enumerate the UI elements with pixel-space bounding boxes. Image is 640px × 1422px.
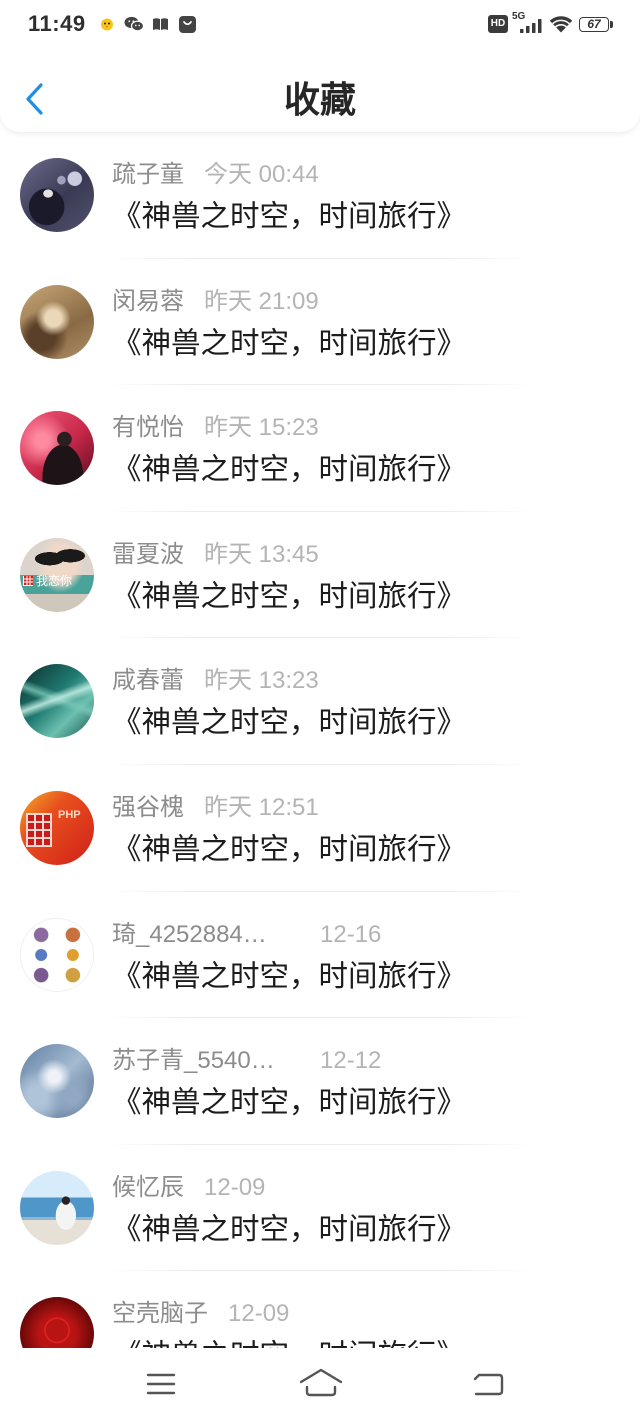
- bottom-navigation: [0, 1348, 640, 1422]
- chevron-left-icon: [26, 83, 43, 115]
- avatar[interactable]: [20, 158, 94, 232]
- user-name: 空壳脑子: [112, 1300, 208, 1328]
- user-name: 候忆辰: [112, 1173, 184, 1201]
- book-icon: [153, 18, 168, 30]
- status-bar: 11:49 HD 5G 67: [0, 0, 640, 48]
- hd-badge: HD: [488, 15, 508, 33]
- menu-icon: [146, 1373, 176, 1395]
- timestamp: 12-09: [228, 1300, 290, 1328]
- item-meta: 琦_4252884… 12-16: [112, 916, 381, 954]
- timestamp: 12-12: [320, 1047, 382, 1075]
- item-meta: 疏子童 今天 00:44: [112, 156, 319, 194]
- signal-bars-icon: [520, 19, 542, 33]
- favorite-title: 《神兽之时空，时间旅行》: [112, 959, 467, 993]
- favorite-item[interactable]: 疏子童 今天 00:44 《神兽之时空，时间旅行》: [0, 132, 640, 259]
- avatar[interactable]: 我恋你: [20, 537, 94, 612]
- timestamp: 昨天 21:09: [204, 287, 319, 315]
- favorite-title: 《神兽之时空，时间旅行》: [112, 200, 467, 233]
- avatar[interactable]: [20, 1044, 94, 1119]
- favorite-title: 《神兽之时空，时间旅行》: [112, 1212, 467, 1246]
- avatar-caption: PHP: [58, 808, 81, 821]
- favorite-title: 《神兽之时空，时间旅行》: [112, 453, 467, 487]
- avatar-grid-decoration: [23, 575, 33, 586]
- wechat-icon: [124, 16, 144, 32]
- favorite-item[interactable]: PHP 强谷槐 昨天 12:51 《神兽之时空，时间旅行》: [0, 765, 640, 892]
- battery-level: 67: [587, 17, 601, 31]
- favorite-item[interactable]: 闵易蓉 昨天 21:09 《神兽之时空，时间旅行》: [0, 259, 640, 386]
- menu-button[interactable]: [136, 1362, 186, 1406]
- favorite-item[interactable]: 苏子青_5540… 12-12 《神兽之时空，时间旅行》: [0, 1018, 640, 1145]
- user-name: 疏子童: [112, 161, 184, 188]
- item-meta: 强谷槐 昨天 12:51: [112, 789, 319, 827]
- item-meta: 候忆辰 12-09: [112, 1169, 265, 1207]
- favorite-title: 《神兽之时空，时间旅行》: [112, 1333, 466, 1348]
- favorite-title: 《神兽之时空，时间旅行》: [112, 579, 467, 613]
- timestamp: 昨天 13:23: [204, 667, 319, 695]
- item-meta: 雷夏波 昨天 13:45: [112, 536, 319, 574]
- item-meta: 闵易蓉 昨天 21:09: [112, 283, 319, 321]
- battery-icon: 67: [579, 17, 609, 32]
- favorite-item[interactable]: 我恋你 雷夏波 昨天 13:45 《神兽之时空，时间旅行》: [0, 512, 640, 639]
- top-bar: 11:49 HD 5G 67 收藏: [0, 0, 640, 132]
- user-name: 强谷槐: [112, 793, 184, 821]
- home-icon: [299, 1368, 343, 1397]
- back-icon: [473, 1373, 504, 1396]
- avatar[interactable]: [20, 284, 94, 359]
- favorite-item[interactable]: 有悦怡 昨天 15:23 《神兽之时空，时间旅行》: [0, 385, 640, 512]
- timestamp: 12-16: [320, 920, 382, 948]
- favorite-item[interactable]: 咸春蕾 昨天 13:23 《神兽之时空，时间旅行》: [0, 638, 640, 765]
- favorite-item[interactable]: 候忆辰 12-09 《神兽之时空，时间旅行》: [0, 1145, 640, 1272]
- status-time: 11:49: [28, 11, 86, 36]
- favorite-title: 《神兽之时空，时间旅行》: [112, 832, 467, 866]
- timestamp: 昨天 13:45: [204, 540, 319, 568]
- favorite-title: 《神兽之时空，时间旅行》: [112, 706, 467, 740]
- wifi-icon: [549, 16, 573, 33]
- item-meta: 空壳脑子 12-09: [112, 1295, 289, 1333]
- yellow-bird-icon: [101, 18, 113, 31]
- timestamp: 昨天 15:23: [204, 414, 319, 442]
- favorite-title: 《神兽之时空，时间旅行》: [112, 1086, 467, 1120]
- avatar[interactable]: [20, 411, 94, 486]
- timestamp: 昨天 12:51: [204, 793, 319, 821]
- avatar[interactable]: [20, 1297, 94, 1348]
- user-name: 有悦怡: [112, 414, 184, 442]
- avatar[interactable]: [20, 664, 94, 739]
- timestamp: 今天 00:44: [204, 161, 319, 188]
- timestamp: 12-09: [204, 1173, 266, 1201]
- user-name: 苏子青_5540…: [112, 1047, 275, 1075]
- favorite-title: 《神兽之时空，时间旅行》: [112, 326, 467, 360]
- item-meta: 咸春蕾 昨天 13:23: [112, 662, 319, 700]
- avatar[interactable]: [20, 1170, 94, 1245]
- favorite-item[interactable]: 琦_4252884… 12-16 《神兽之时空，时间旅行》: [0, 892, 640, 1019]
- avatar-caption: 我恋你: [36, 573, 73, 588]
- user-name: 咸春蕾: [112, 667, 184, 695]
- home-button[interactable]: [296, 1360, 346, 1406]
- item-meta: 苏子青_5540… 12-12: [112, 1042, 381, 1080]
- battery-terminal: [610, 21, 613, 28]
- user-name: 闵易蓉: [112, 287, 184, 315]
- page-title: 收藏: [283, 79, 356, 120]
- user-name: 雷夏波: [112, 540, 184, 568]
- system-back-button[interactable]: [463, 1362, 513, 1406]
- avatar[interactable]: [20, 917, 94, 992]
- favorites-list: 疏子童 今天 00:44 《神兽之时空，时间旅行》 闵易蓉 昨天 21:09 《…: [0, 132, 640, 1348]
- favorite-item[interactable]: 空壳脑子 12-09 《神兽之时空，时间旅行》: [0, 1271, 640, 1348]
- user-name: 琦_4252884…: [112, 920, 267, 948]
- favorites-screen: 11:49 HD 5G 67 收藏 疏子童 今天 00:44 《神兽之时空，时间…: [0, 0, 640, 1422]
- item-meta: 有悦怡 昨天 15:23: [112, 409, 319, 447]
- avatar-grid-decoration: [26, 812, 52, 847]
- back-button[interactable]: [16, 76, 56, 122]
- avatar[interactable]: PHP: [20, 790, 94, 865]
- shopping-bag-icon: [179, 16, 196, 33]
